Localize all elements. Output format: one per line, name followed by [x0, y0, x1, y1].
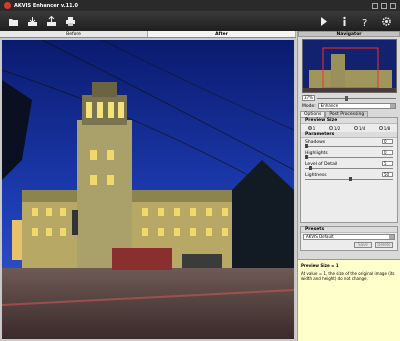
- param-slider-thumb[interactable]: [309, 166, 312, 170]
- chevron-down-icon: [390, 104, 395, 108]
- navigator-thumbnail[interactable]: [302, 39, 397, 93]
- save-preset-button[interactable]: Save: [354, 242, 372, 248]
- param-slider-thumb[interactable]: [305, 144, 308, 148]
- save-icon[interactable]: [27, 16, 38, 27]
- presets-title: Presets: [301, 227, 397, 233]
- param-level-of-detail: Level of Detail 5: [301, 160, 397, 171]
- minimize-button[interactable]: [372, 2, 378, 9]
- mode-select[interactable]: Enhance: [317, 103, 396, 109]
- radio-preview-1[interactable]: 1: [307, 126, 315, 131]
- param-label: Highlights: [305, 151, 328, 156]
- svg-text:?: ?: [362, 18, 367, 27]
- window-title: AKVIS Enhancer v.11.0: [14, 2, 78, 9]
- param-value-field[interactable]: 50: [382, 172, 393, 177]
- param-slider[interactable]: [305, 157, 393, 158]
- param-slider[interactable]: [305, 168, 393, 169]
- toolbar: ?: [0, 11, 400, 31]
- share-icon[interactable]: [46, 15, 57, 27]
- mode-value: Enhance: [320, 103, 339, 108]
- preset-buttons: Save Delete: [305, 242, 393, 248]
- help-panel: Preview Size = 1 At value = 1, the size …: [298, 259, 400, 341]
- param-label: Shadows: [305, 140, 326, 145]
- param-lightness: Lightness 50: [301, 171, 397, 182]
- radio-icon: [378, 126, 383, 130]
- param-slider-thumb[interactable]: [349, 177, 352, 181]
- preset-select[interactable]: AKVIS Default: [303, 234, 395, 240]
- tab-post-processing[interactable]: Post Processing: [325, 111, 369, 117]
- image-view: Before After: [0, 31, 296, 341]
- zoom-slider-thumb[interactable]: [344, 95, 348, 101]
- chevron-down-icon: [389, 235, 394, 239]
- param-highlights: Highlights 0: [301, 149, 397, 160]
- radio-icon: [353, 126, 358, 130]
- tab-options[interactable]: Options: [300, 111, 326, 117]
- title-bar: AKVIS Enhancer v.11.0: [0, 0, 400, 11]
- mode-row: Mode: Enhance: [302, 103, 396, 109]
- close-button[interactable]: [390, 2, 396, 9]
- preset-value: AKVIS Default: [306, 234, 334, 239]
- app-logo-icon: [4, 2, 11, 9]
- param-shadows: Shadows 0: [301, 138, 397, 149]
- radio-preview-1-4[interactable]: 1/4: [353, 126, 365, 131]
- window-controls: [372, 2, 396, 9]
- navigator-header: Navigator: [298, 31, 400, 37]
- presets-box: Presets AKVIS Default Save Delete: [300, 226, 398, 251]
- help-text: At value = 1, the size of the original i…: [301, 271, 395, 281]
- param-value-field[interactable]: 0: [382, 139, 393, 144]
- preview-size-radios: 1 1/2 1/4 1/8: [301, 124, 397, 132]
- photo-canvas[interactable]: [2, 40, 294, 339]
- open-icon[interactable]: [8, 16, 19, 27]
- radio-icon: [328, 126, 333, 130]
- param-value-field[interactable]: 5: [382, 161, 393, 166]
- radio-preview-1-8[interactable]: 1/8: [378, 126, 390, 131]
- maximize-button[interactable]: [381, 2, 387, 9]
- settings-icon[interactable]: [381, 16, 392, 27]
- settings-panel: Navigator 37% Mode: Enhance Options Post…: [297, 31, 400, 341]
- options-box: Preview Size 1 1/2 1/4 1/8 Parameters Sh…: [300, 117, 398, 223]
- param-slider[interactable]: [305, 146, 393, 147]
- delete-preset-button[interactable]: Delete: [375, 242, 393, 248]
- param-value-field[interactable]: 0: [382, 150, 393, 155]
- info-icon[interactable]: [339, 16, 350, 27]
- param-slider-thumb[interactable]: [305, 155, 308, 159]
- view-tabs: Before After: [0, 31, 296, 38]
- help-icon[interactable]: ?: [360, 16, 371, 27]
- mode-label: Mode:: [302, 103, 316, 109]
- help-title: Preview Size = 1: [301, 263, 339, 268]
- tab-after[interactable]: After: [148, 31, 296, 37]
- run-icon[interactable]: [318, 16, 329, 27]
- zoom-row: 37%: [302, 95, 396, 101]
- zoom-slider[interactable]: [317, 95, 396, 101]
- zoom-field[interactable]: 37%: [302, 95, 315, 101]
- radio-preview-1-2[interactable]: 1/2: [328, 126, 340, 131]
- print-icon[interactable]: [65, 16, 76, 27]
- tab-before[interactable]: Before: [0, 31, 148, 37]
- radio-selected-icon: [307, 126, 312, 130]
- param-label: Lightness: [305, 173, 327, 178]
